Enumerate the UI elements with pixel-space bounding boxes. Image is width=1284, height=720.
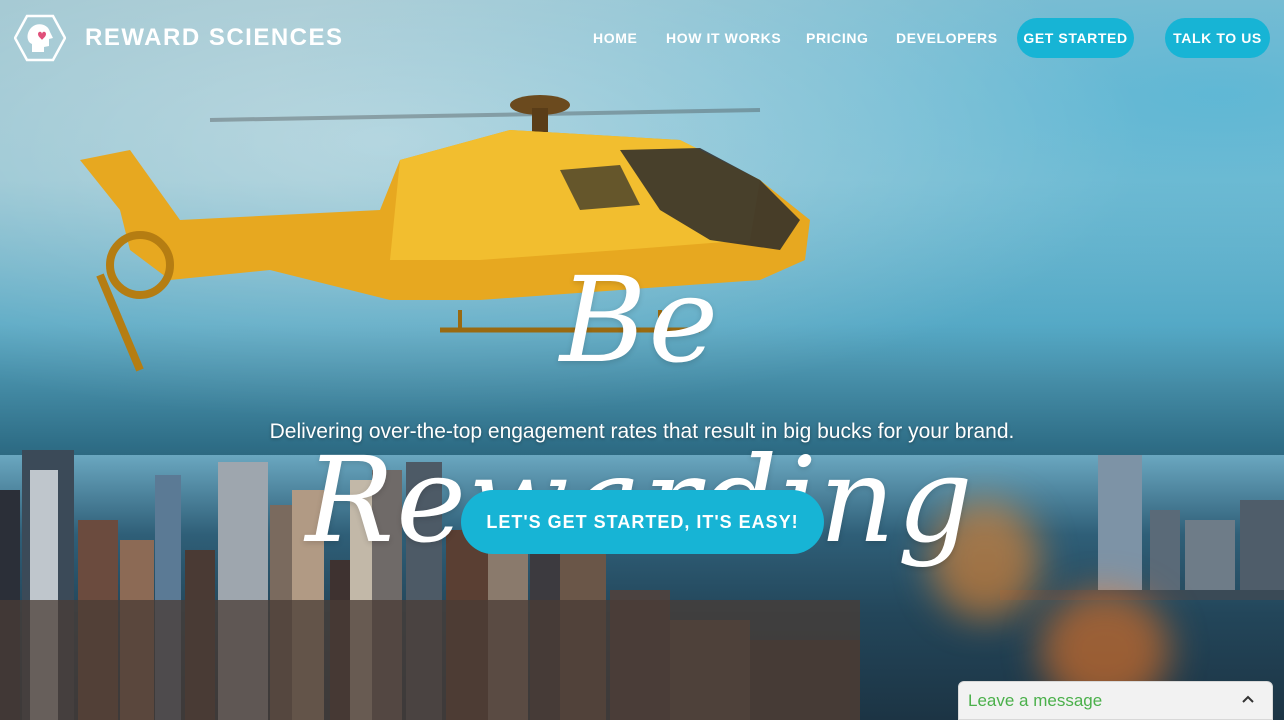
nav-link-home[interactable]: HOME	[593, 30, 637, 46]
talk-to-us-button[interactable]: TALK TO US	[1165, 18, 1270, 58]
head-with-heart-icon[interactable]	[14, 14, 66, 62]
hero-subline: Delivering over-the-top engagement rates…	[269, 420, 1015, 443]
get-started-cta-button[interactable]: LET'S GET STARTED, IT'S EASY!	[461, 490, 824, 554]
nav-link-how-it-works[interactable]: HOW IT WORKS	[666, 30, 781, 46]
get-started-button[interactable]: GET STARTED	[1017, 18, 1134, 58]
chevron-up-icon[interactable]	[1240, 691, 1256, 707]
nav-link-developers[interactable]: DEVELOPERS	[896, 30, 998, 46]
chat-widget[interactable]: Leave a message	[958, 681, 1273, 720]
nav-link-pricing[interactable]: PRICING	[806, 30, 869, 46]
chat-widget-label[interactable]: Leave a message	[968, 691, 1102, 711]
brand-name[interactable]: REWARD SCIENCES	[85, 24, 344, 52]
top-navigation: REWARD SCIENCES HOME HOW IT WORKS PRICIN…	[0, 0, 1284, 80]
hero-headline: Be Rewarding	[270, 230, 1010, 569]
